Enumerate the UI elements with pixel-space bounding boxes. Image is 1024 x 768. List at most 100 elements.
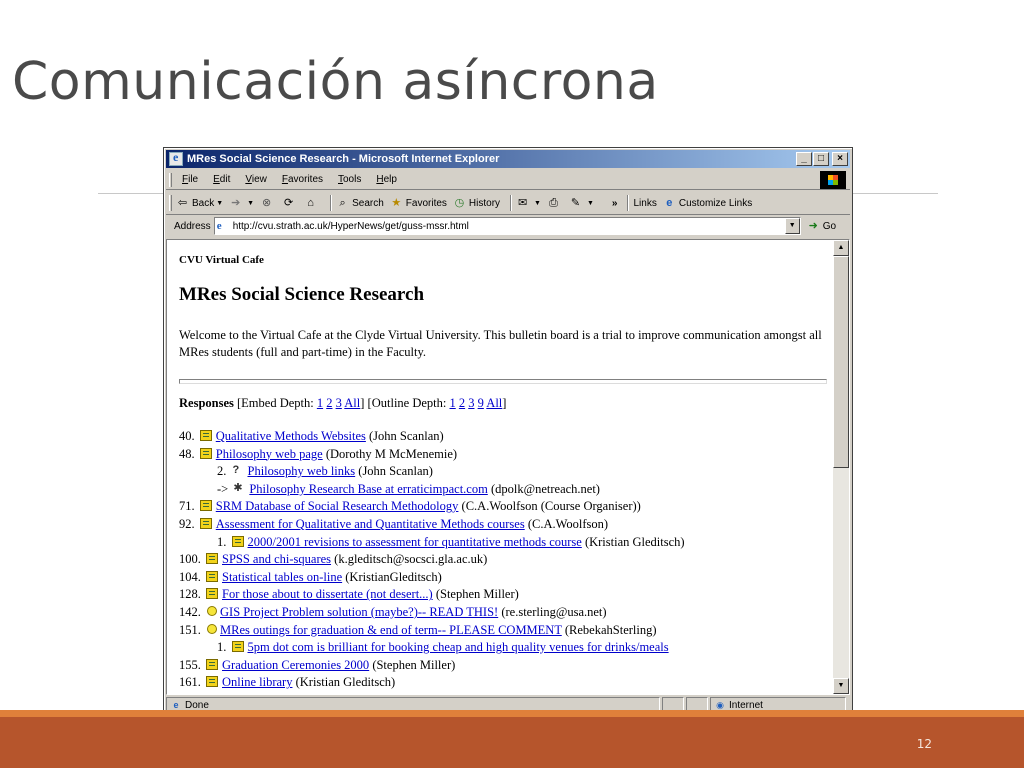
thread-link[interactable]: MRes outings for graduation & end of ter… — [220, 623, 562, 637]
go-button[interactable]: ➜ Go — [807, 220, 836, 233]
thread-item: 2. Philosophy web links (John Scanlan) — [179, 462, 827, 481]
page-viewport[interactable]: CVU Virtual Cafe MRes Social Science Res… — [166, 239, 850, 695]
thread-author: (re.sterling@usa.net) — [501, 604, 607, 619]
thread-author: (Dorothy M McMenemie) — [325, 446, 458, 461]
thread-number: 1. — [217, 534, 227, 549]
thread-number: 40. — [179, 429, 195, 443]
menu-favorites[interactable]: Favorites — [282, 174, 323, 185]
embed-depth-2[interactable]: 2 — [326, 396, 332, 410]
favorites-label: Favorites — [405, 197, 447, 209]
favorites-button[interactable]: ★ Favorites — [390, 197, 447, 210]
menu-tools[interactable]: Tools — [338, 174, 361, 185]
zone-text: Internet — [729, 699, 763, 711]
thread-link[interactable]: Philosophy Research Base at erraticimpac… — [249, 482, 487, 496]
thread-author: (Kristian Gleditsch) — [295, 675, 396, 690]
thread-item: 92. Assessment for Qualitative and Quant… — [179, 516, 827, 534]
slide-number: 12 — [916, 737, 932, 751]
scroll-up-icon[interactable]: ▲ — [833, 240, 849, 256]
thread-link[interactable]: Graduation Ceremonies 2000 — [222, 658, 369, 672]
toolbar-separator — [330, 195, 333, 211]
history-button[interactable]: ◷ History — [453, 197, 500, 210]
outline-depth-1[interactable]: 1 — [449, 396, 455, 410]
page-icon: e — [666, 196, 673, 209]
browser-window: MRes Social Science Research - Microsoft… — [163, 147, 853, 716]
home-button[interactable]: ⌂ — [304, 197, 320, 210]
thread-link[interactable]: Assessment for Qualitative and Quantitat… — [216, 517, 525, 531]
address-input[interactable]: e http://cvu.strath.ac.uk/HyperNews/get/… — [213, 217, 801, 235]
thread-item: 142. GIS Project Problem solution (maybe… — [179, 604, 827, 622]
window-title: MRes Social Science Research - Microsoft… — [187, 153, 500, 165]
history-icon: ◷ — [454, 196, 465, 209]
close-button[interactable]: × — [832, 152, 848, 166]
links-label[interactable]: Links — [633, 198, 656, 209]
thread-link[interactable]: For those about to dissertate (not deser… — [222, 587, 433, 601]
outline-depth-all[interactable]: All — [486, 396, 502, 410]
outline-depth-9[interactable]: 9 — [478, 396, 484, 410]
embed-depth-1[interactable]: 1 — [317, 396, 323, 410]
back-arrow-icon: ⇦ — [177, 196, 188, 209]
embed-depth-all[interactable]: All — [344, 396, 360, 410]
thread-link[interactable]: Online library — [222, 675, 292, 689]
back-button[interactable]: ⇦ Back ▼ — [176, 197, 223, 210]
thread-link[interactable]: Statistical tables on-line — [222, 570, 342, 584]
forward-button[interactable]: ➔ ▼ — [229, 197, 254, 210]
thread-item: 151. MRes outings for graduation & end o… — [179, 622, 827, 640]
thread-item: -> Philosophy Research Base at erraticim… — [179, 480, 827, 499]
thread-link[interactable]: SPSS and chi-squares — [222, 552, 331, 566]
thread-item: 1. 2000/2001 revisions to assessment for… — [179, 534, 827, 552]
search-button[interactable]: ⌕ Search — [336, 197, 384, 210]
thread-item: 104. Statistical tables on-line (Kristia… — [179, 569, 827, 587]
back-dropdown-icon[interactable]: ▼ — [216, 200, 223, 207]
thread-author: (C.A.Woolfson (Course Organiser)) — [461, 499, 641, 514]
thread-link[interactable]: 5pm dot com is brilliant for booking che… — [248, 640, 669, 654]
outline-depth-3[interactable]: 3 — [468, 396, 474, 410]
menu-file[interactable]: File — [182, 174, 198, 185]
thread-number: 92. — [179, 516, 195, 531]
edit-dropdown-icon[interactable]: ▼ — [587, 200, 594, 207]
thread-number: 128. — [179, 587, 201, 602]
refresh-icon: ⟳ — [284, 196, 294, 209]
menu-edit[interactable]: Edit — [213, 174, 230, 185]
outline-depth-2[interactable]: 2 — [459, 396, 465, 410]
minimize-button[interactable]: _ — [796, 152, 812, 166]
thread-link[interactable]: Philosophy web links — [248, 464, 356, 478]
menu-help[interactable]: Help — [376, 174, 397, 185]
forward-dropdown-icon[interactable]: ▼ — [247, 200, 254, 207]
vertical-scrollbar[interactable]: ▲ ▼ — [833, 240, 849, 694]
windows-logo-icon — [820, 171, 846, 189]
thread-link[interactable]: 2000/2001 revisions to assessment for qu… — [248, 535, 582, 549]
outline-depth-close: ] — [502, 396, 507, 410]
thread-author: (C.A.Woolfson) — [527, 516, 609, 531]
scroll-down-icon[interactable]: ▼ — [833, 678, 849, 694]
print-button[interactable]: ⎙ — [547, 197, 563, 210]
menu-view[interactable]: View — [245, 174, 267, 185]
page-content: CVU Virtual Cafe MRes Social Science Res… — [179, 254, 827, 692]
address-url[interactable]: http://cvu.strath.ac.uk/HyperNews/get/gu… — [233, 221, 469, 232]
customize-links-link[interactable]: e Customize Links — [663, 197, 752, 210]
thread-item: 128. For those about to dissertate (not … — [179, 586, 827, 604]
thread-link[interactable]: Philosophy web page — [216, 447, 323, 461]
stop-button[interactable]: ⊗ — [260, 197, 276, 210]
scroll-thumb[interactable] — [833, 256, 849, 468]
idea-bulb-icon — [206, 623, 217, 635]
mail-dropdown-icon[interactable]: ▼ — [534, 200, 541, 207]
toolbar-grip[interactable] — [169, 195, 172, 211]
edit-button[interactable]: ✎ ▼ — [569, 197, 594, 210]
toolbar-separator — [627, 195, 630, 211]
title-bar[interactable]: MRes Social Science Research - Microsoft… — [166, 150, 850, 168]
toolbar-separator — [510, 195, 513, 211]
thread-link[interactable]: SRM Database of Social Research Methodol… — [216, 499, 459, 513]
message-icon — [206, 658, 218, 670]
thread-number: 48. — [179, 446, 195, 461]
home-icon: ⌂ — [307, 196, 314, 209]
thread-link[interactable]: GIS Project Problem solution (maybe?)-- … — [220, 605, 498, 619]
address-dropdown-icon[interactable]: ▼ — [784, 218, 800, 234]
toolbar-chevron[interactable]: » — [612, 198, 618, 209]
mail-icon: ✉ — [517, 196, 528, 209]
maximize-button[interactable]: □ — [813, 152, 829, 166]
menu-grip[interactable] — [169, 173, 172, 187]
mail-button[interactable]: ✉ ▼ — [516, 197, 541, 210]
embed-depth-3[interactable]: 3 — [336, 396, 342, 410]
refresh-button[interactable]: ⟳ — [282, 197, 298, 210]
thread-link[interactable]: Qualitative Methods Websites — [216, 429, 366, 443]
